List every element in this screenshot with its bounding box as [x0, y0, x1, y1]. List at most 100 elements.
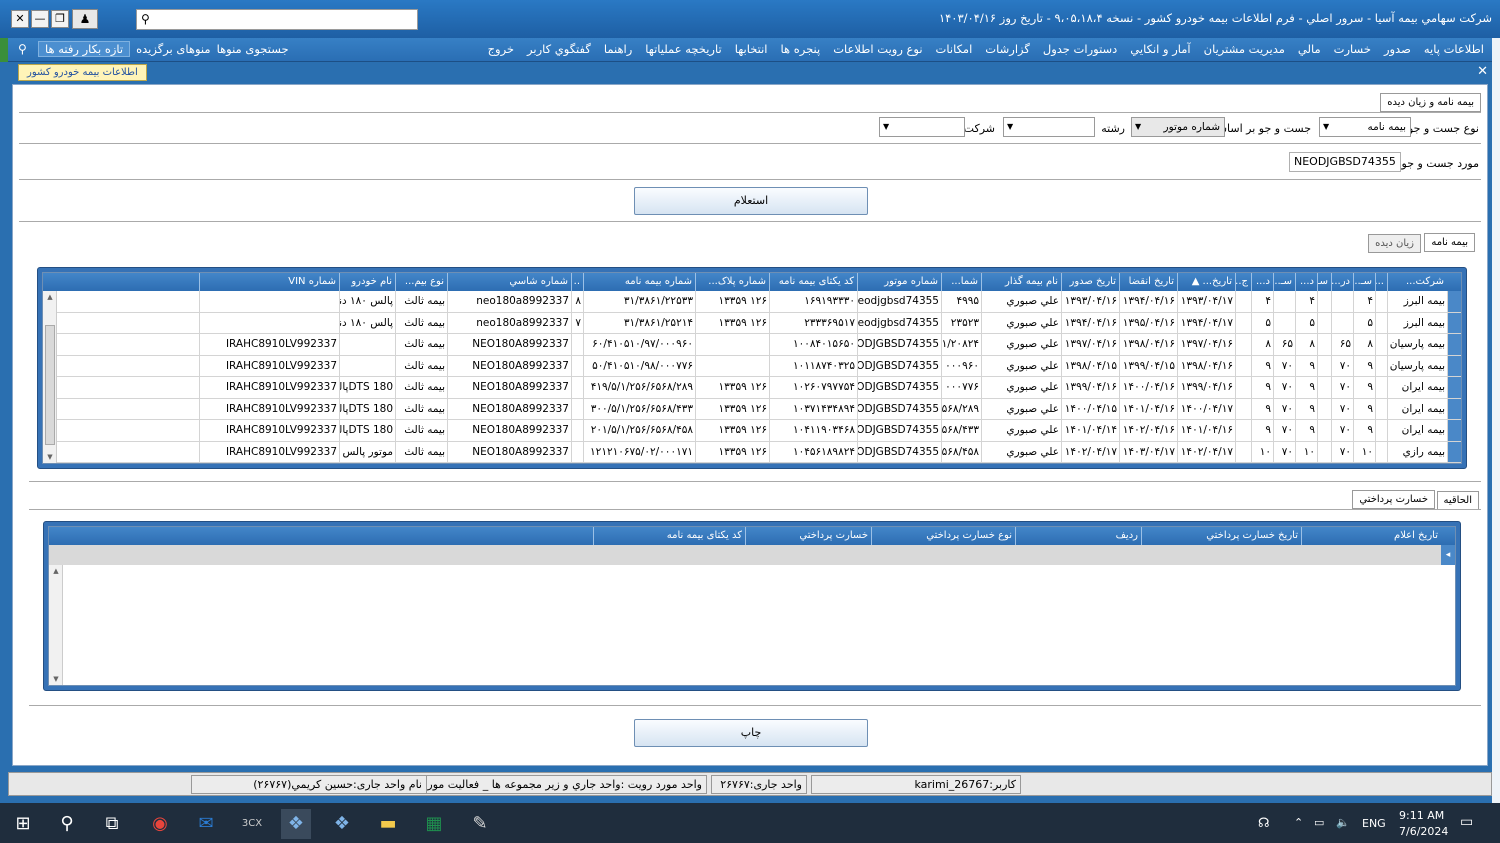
menu-item-14[interactable]: گفتگوي کاربر [527, 42, 591, 56]
row-selector[interactable] [1447, 420, 1461, 441]
search-item-input[interactable]: NEODJGBSD74355 [1289, 152, 1401, 172]
notification-icon[interactable]: ▭ [1460, 814, 1473, 830]
app-icon-2[interactable]: ❖ [327, 809, 357, 839]
column-header[interactable]: تاريخ... ▲ [1177, 273, 1235, 291]
language-indicator[interactable]: ENG [1362, 817, 1386, 830]
column-header[interactable]: در... [1331, 273, 1353, 291]
outlook-icon[interactable]: ✉ [191, 809, 221, 839]
column-header[interactable]: نام بيمه گذار [981, 273, 1061, 291]
row-selector[interactable] [1447, 334, 1461, 355]
column-header[interactable]: تاريخ انقضا [1119, 273, 1177, 291]
3cx-icon[interactable]: 3CX [237, 809, 267, 839]
column-header[interactable]: نام خودرو [339, 273, 395, 291]
document-tab[interactable]: اطلاعات بيمه خودرو کشور [18, 64, 147, 81]
column-header[interactable]: .. [571, 273, 583, 291]
menu-item-0[interactable]: اطلاعات پايه [1424, 42, 1484, 56]
column-header[interactable]: تاريخ اعلام [1301, 527, 1441, 545]
search-icon[interactable]: ⚲ [18, 42, 27, 56]
column-header[interactable]: تاريخ صدور [1061, 273, 1119, 291]
task-view-icon[interactable]: ⧉ [97, 809, 127, 839]
company-select[interactable]: ▼ [879, 117, 965, 137]
excel-icon[interactable]: ▦ [419, 809, 449, 839]
app-icon[interactable]: ❖ [281, 809, 311, 839]
column-header[interactable]: نوع بيم... [395, 273, 447, 291]
claims-grid-new-row[interactable] [49, 545, 1455, 565]
row-selector[interactable] [1447, 441, 1461, 462]
column-header[interactable]: شماره VIN [199, 273, 339, 291]
menu-item-10[interactable]: پنجره ها [781, 42, 821, 56]
column-header[interactable]: سـ... [1273, 273, 1295, 291]
table-row[interactable]: بيمه ايران ۹ ۷۰ ۹ ۷۰ ۹ ۱۴۰۱/۰۴/۱۶ ۱۴۰۲/۰۴/۱۶ ۱۴۰… [43, 420, 1461, 442]
menu-item-8[interactable]: امکانات [936, 42, 973, 56]
column-header[interactable]: سـ... [1353, 273, 1375, 291]
menu-item-15[interactable]: خروج [488, 42, 514, 56]
table-row[interactable]: بيمه ايران ۹ ۷۰ ۹ ۷۰ ۹ ۱۴۰۰/۰۴/۱۷ ۱۴۰۱/۰۴/۱۶ ۱۴۰… [43, 398, 1461, 420]
menu-item-1[interactable]: صدور [1384, 42, 1411, 56]
menu-item-9[interactable]: نوع رويت اطلاعات [833, 42, 922, 56]
search-basis-select[interactable]: شماره موتور ▼ [1131, 117, 1225, 137]
row-selector[interactable] [1447, 377, 1461, 398]
scroll-down-icon[interactable]: ▼ [49, 675, 63, 683]
column-header[interactable]: شماره بيمه نامه [583, 273, 695, 291]
tab-endorsement[interactable]: الحاقيه [1436, 491, 1479, 510]
row-selector[interactable] [1447, 355, 1461, 376]
column-header[interactable]: د... [1295, 273, 1317, 291]
column-header[interactable]: ج... [1235, 273, 1251, 291]
close-icon[interactable]: ✕ [1477, 64, 1488, 79]
minimize-window-button[interactable]: — [31, 10, 49, 28]
favorites-menu[interactable]: منوهای برگزيده [136, 42, 210, 56]
search-type-select[interactable]: بيمه نامه ▼ [1319, 117, 1411, 137]
tab-policy-and-claimant[interactable]: بيمه نامه و زيان ديده [1380, 93, 1481, 112]
column-header[interactable]: نوع خسارت پرداختي [871, 527, 1015, 545]
menu-item-11[interactable]: انتخابها [735, 42, 768, 56]
search-menus-link[interactable]: جستجوی منوها [217, 42, 289, 56]
column-header[interactable]: د... [1251, 273, 1273, 291]
menu-item-6[interactable]: دستورات جدول [1043, 42, 1117, 56]
column-header[interactable]: سـ [1317, 273, 1331, 291]
policy-grid-scrollbar[interactable]: ▲ ▼ [43, 291, 57, 463]
menu-item-7[interactable]: گزارشات [985, 42, 1030, 56]
menu-item-2[interactable]: خسارت [1334, 42, 1371, 56]
column-header[interactable]: شرکت... [1387, 273, 1447, 291]
scroll-down-icon[interactable]: ▼ [43, 453, 57, 461]
field-select[interactable]: ▼ [1003, 117, 1095, 137]
table-row[interactable]: بيمه پارسيان ۸ ۶۵ ۸ ۶۵ ۸ ۱۳۹۷/۰۴/۱۶ ۱۳۹۸/۰۴/۱۶ ۱… [43, 334, 1461, 356]
people-icon[interactable]: ☊ [1258, 816, 1270, 831]
scroll-up-icon[interactable]: ▲ [49, 567, 63, 575]
column-header[interactable]: کد يکتای بيمه نامه [593, 527, 745, 545]
scroll-thumb[interactable] [45, 325, 55, 445]
row-selector[interactable] [1447, 312, 1461, 333]
column-header[interactable]: تاريخ خسارت پرداختي [1141, 527, 1301, 545]
clock-time[interactable]: 9:11 AM [1399, 809, 1444, 822]
table-row[interactable]: بيمه ايران ۹ ۷۰ ۹ ۷۰ ۹ ۱۳۹۹/۰۴/۱۶ ۱۴۰۰/۰۴/۱۶ ۱۳۹… [43, 377, 1461, 399]
row-selector[interactable] [1447, 291, 1461, 312]
row-selector[interactable] [1447, 398, 1461, 419]
column-header[interactable]: شماره شاسي [447, 273, 571, 291]
recent-menu[interactable]: تازه بکار رفته ها [38, 41, 131, 57]
column-header[interactable]: شماره پلاک... [695, 273, 769, 291]
search-icon[interactable]: ⚲ [52, 809, 82, 839]
column-header[interactable]: کد يکتای بيمه نامه [769, 273, 857, 291]
menu-item-12[interactable]: تاريخچه عملياتها [645, 42, 721, 56]
column-header[interactable]: شماره موتور [857, 273, 941, 291]
close-window-button[interactable]: ✕ [11, 10, 29, 28]
clock-date[interactable]: 7/6/2024 [1399, 825, 1448, 838]
table-row[interactable]: بيمه البرز ۴ ۴ ۴ ۱۳۹۳/۰۴/۱۷ ۱۳۹۴/۰۴/۱۶ ۱۳۹۳/۰۴… [43, 291, 1461, 313]
table-row[interactable]: بيمه پارسيان ۹ ۷۰ ۹ ۷۰ ۹ ۱۳۹۸/۰۴/۱۶ ۱۳۹۹/۰۴/۱۵ ۱… [43, 355, 1461, 377]
tab-claimant[interactable]: زيان ديده [1368, 234, 1421, 253]
restore-window-button[interactable]: ❐ [51, 10, 69, 28]
menu-item-13[interactable]: راهنما [604, 42, 632, 56]
tab-paid-claims[interactable]: خسارت پرداختي [1352, 490, 1435, 509]
column-header[interactable]: خسارت پرداختي [745, 527, 871, 545]
windows-start-icon[interactable]: ⊞ [8, 809, 38, 839]
inquiry-button[interactable]: استعلام [634, 187, 868, 215]
chrome-icon[interactable]: ◉ [145, 809, 175, 839]
column-header[interactable]: شما... [941, 273, 981, 291]
table-row[interactable]: بيمه البرز ۵ ۵ ۵ ۱۳۹۴/۰۴/۱۷ ۱۳۹۵/۰۴/۱۶ ۱۳۹۴/۰۴… [43, 312, 1461, 334]
scroll-up-icon[interactable]: ▲ [43, 293, 57, 301]
menu-item-5[interactable]: آمار و انکايي [1130, 42, 1190, 56]
file-explorer-icon[interactable]: ▬ [373, 809, 403, 839]
paint-icon[interactable]: ✎ [465, 809, 495, 839]
tab-policy[interactable]: بيمه نامه [1424, 233, 1475, 252]
help-person-icon[interactable]: ♟ [72, 9, 98, 29]
